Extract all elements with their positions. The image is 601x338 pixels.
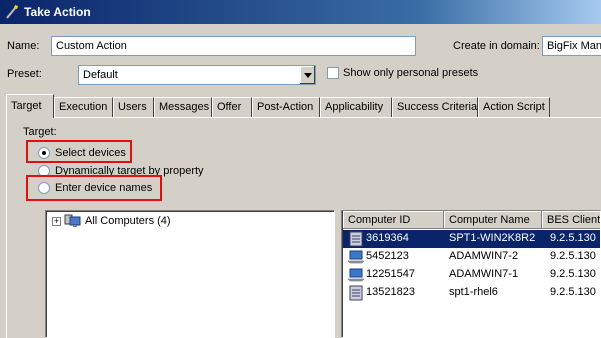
computer-id: 12251547 xyxy=(366,268,415,280)
tree-expand-icon[interactable]: + xyxy=(52,217,61,226)
select-devices-radio[interactable] xyxy=(38,147,50,159)
computer-name: spt1-rhel6 xyxy=(449,286,498,298)
target-label: Target: xyxy=(23,126,57,138)
domain-label: Create in domain: xyxy=(453,40,540,52)
server-icon xyxy=(349,231,363,247)
tab-execution[interactable]: Execution xyxy=(54,97,113,117)
computer-id: 13521823 xyxy=(366,286,415,298)
enter-device-names-label: Enter device names xyxy=(55,182,153,194)
personal-presets-checkbox[interactable] xyxy=(327,67,339,79)
tab-users[interactable]: Users xyxy=(113,97,154,117)
name-input[interactable]: Custom Action xyxy=(51,36,416,56)
laptop-icon xyxy=(348,268,364,282)
preset-value: Default xyxy=(83,69,118,81)
personal-presets-label: Show only personal presets xyxy=(343,67,479,79)
client-version: 9.2.5.130 xyxy=(550,250,596,262)
column-header-computer-id[interactable]: Computer ID xyxy=(343,211,444,229)
table-row[interactable]: 3619364 SPT1-WIN2K8R2 9.2.5.130 xyxy=(343,230,600,248)
server-icon xyxy=(349,285,363,301)
computer-name: ADAMWIN7-2 xyxy=(449,250,519,262)
client-version: 9.2.5.130 xyxy=(550,268,596,280)
column-header-client-version[interactable]: BES Client Version xyxy=(542,211,600,229)
preset-select[interactable]: Default xyxy=(78,65,316,85)
table-row[interactable]: 5452123 ADAMWIN7-2 9.2.5.130 xyxy=(343,248,600,266)
computer-name: SPT1-WIN2K8R2 xyxy=(449,232,536,244)
radio-selected-dot xyxy=(42,151,46,155)
computer-list-pane[interactable]: Computer ID Computer Name BES Client Ver… xyxy=(341,210,601,338)
computer-name: ADAMWIN7-1 xyxy=(449,268,519,280)
tab-offer[interactable]: Offer xyxy=(212,97,252,117)
preset-label: Preset: xyxy=(7,68,42,80)
select-devices-label: Select devices xyxy=(55,147,126,159)
domain-select[interactable]: BigFix Mana xyxy=(542,36,601,56)
tree-root-label[interactable]: All Computers (4) xyxy=(85,215,171,227)
wand-icon xyxy=(6,5,18,19)
column-header-computer-name[interactable]: Computer Name xyxy=(444,211,542,229)
computer-id: 5452123 xyxy=(366,250,409,262)
tab-post-action[interactable]: Post-Action xyxy=(252,97,320,117)
computer-group-icon xyxy=(64,214,81,227)
name-label: Name: xyxy=(7,40,40,52)
preset-dropdown-button[interactable] xyxy=(299,66,315,84)
chevron-down-icon xyxy=(303,72,312,78)
computer-tree-pane[interactable]: + All Computers (4) xyxy=(45,210,335,338)
table-row[interactable]: 13521823 spt1-rhel6 9.2.5.130 xyxy=(343,284,600,302)
tab-applicability[interactable]: Applicability xyxy=(320,97,392,117)
enter-device-names-radio[interactable] xyxy=(38,182,50,194)
client-version: 9.2.5.130 xyxy=(550,286,596,298)
tab-target[interactable]: Target xyxy=(6,94,54,118)
title-bar[interactable]: Take Action xyxy=(0,0,601,24)
laptop-icon xyxy=(348,250,364,264)
client-version: 9.2.5.130 xyxy=(550,232,596,244)
table-row[interactable]: 12251547 ADAMWIN7-1 9.2.5.130 xyxy=(343,266,600,284)
tab-success-criteria[interactable]: Success Criteria xyxy=(392,97,478,117)
tab-action-script[interactable]: Action Script xyxy=(478,97,550,117)
window-title: Take Action xyxy=(24,5,91,19)
computer-id: 3619364 xyxy=(366,232,409,244)
tab-messages[interactable]: Messages xyxy=(154,97,212,117)
